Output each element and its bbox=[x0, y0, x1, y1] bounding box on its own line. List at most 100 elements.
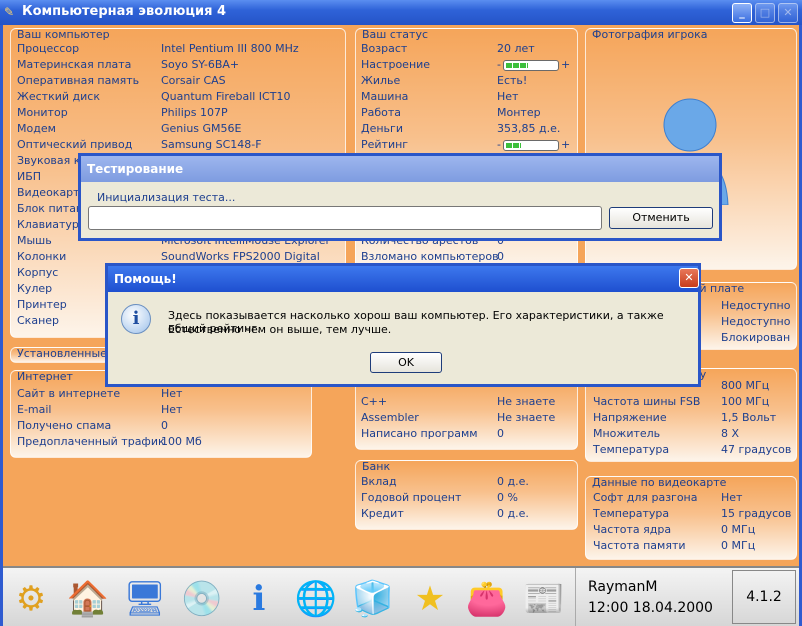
row-value: Soyo SY-6BA+ bbox=[161, 58, 240, 71]
row-label: Софт для разгона bbox=[593, 491, 698, 504]
computer-icon[interactable]: 🖥 bbox=[122, 576, 168, 622]
row-label: Частота памяти bbox=[593, 539, 686, 552]
internet-icon[interactable]: 🌐 bbox=[293, 576, 339, 622]
panel-title: Фотография игрока bbox=[592, 28, 708, 41]
row-value: 353,85 д.е. bbox=[497, 122, 561, 135]
row-label: Частота ядра bbox=[593, 523, 672, 536]
install-icon[interactable]: 💿 bbox=[179, 576, 225, 622]
row-value: Не знаете bbox=[497, 411, 556, 424]
row-value: 0 МГц bbox=[721, 539, 756, 552]
panel-title: Банк bbox=[362, 460, 391, 473]
row-value: 100 Мб bbox=[161, 435, 202, 448]
installed-panel: Установленные bbox=[10, 347, 110, 363]
row-value: 0 % bbox=[497, 491, 518, 504]
window-title: Компьютерная эволюция 4 bbox=[22, 4, 226, 19]
kde-start-icon[interactable]: ⚙ bbox=[8, 576, 54, 622]
panel-title: Ваш компьютер bbox=[17, 28, 110, 41]
row-label: Материнская плата bbox=[17, 58, 132, 71]
row-value: 100 МГц bbox=[721, 395, 770, 408]
row-value: 0 bbox=[161, 419, 168, 432]
wallet-icon[interactable]: 👛 bbox=[464, 576, 510, 622]
row-label: Процессор bbox=[17, 42, 80, 55]
title-bar: ✎ Компьютерная эволюция 4 _ □ ✕ bbox=[0, 0, 802, 25]
row-label: Предоплаченный трафик bbox=[17, 435, 165, 448]
row-label: Мышь bbox=[17, 234, 52, 247]
mood-meter: - + bbox=[497, 58, 570, 74]
help-text-line2: Естественно чем он выше, тем лучше. bbox=[168, 323, 392, 336]
maximize-button[interactable]: □ bbox=[755, 3, 775, 23]
level-fill bbox=[505, 62, 528, 68]
dialog-title: Тестирование bbox=[81, 156, 719, 182]
row-value: Нет bbox=[721, 491, 743, 504]
row-label: Сайт в интернете bbox=[17, 387, 121, 400]
row-value: Не знаете bbox=[497, 395, 556, 408]
row-value: Quantum Fireball ICT10 bbox=[161, 90, 291, 103]
row-value: Блокирован bbox=[721, 331, 791, 344]
panel-title: Ваш статус bbox=[362, 28, 429, 41]
row-label: Принтер bbox=[17, 298, 67, 311]
row-label: Машина bbox=[361, 90, 409, 103]
row-label: ИБП bbox=[17, 170, 42, 183]
row-value: Есть! bbox=[497, 74, 528, 87]
row-label: Написано программ bbox=[361, 427, 478, 440]
row-label: Рейтинг bbox=[361, 138, 409, 151]
testing-dialog: Тестирование Инициализация теста... Отме… bbox=[78, 153, 722, 241]
row-value: 15 градусов bbox=[721, 507, 792, 520]
row-value: Intel Pentium III 800 MHz bbox=[161, 42, 299, 55]
row-label: Температура bbox=[593, 443, 670, 456]
row-label: Напряжение bbox=[593, 411, 667, 424]
increase-button[interactable]: + bbox=[561, 58, 570, 71]
close-button[interactable]: ✕ bbox=[778, 3, 798, 23]
row-label: C++ bbox=[361, 395, 388, 408]
game-datetime: 12:00 18.04.2000 bbox=[588, 600, 713, 616]
row-label: Корпус bbox=[17, 266, 59, 279]
info-icon: i bbox=[121, 304, 151, 334]
row-label: Оперативная память bbox=[17, 74, 140, 87]
ok-button[interactable]: OK bbox=[370, 352, 442, 373]
panel-title: Установленные bbox=[17, 347, 107, 360]
info-icon[interactable]: ℹ bbox=[236, 576, 282, 622]
row-label: Оптический привод bbox=[17, 138, 133, 151]
row-label: Клавиатура bbox=[17, 218, 86, 231]
row-value: Нет bbox=[161, 387, 183, 400]
minimize-button[interactable]: _ bbox=[732, 3, 752, 23]
row-label: Assembler bbox=[361, 411, 419, 424]
row-label: Деньги bbox=[361, 122, 403, 135]
row-label: Жесткий диск bbox=[17, 90, 100, 103]
star-icon[interactable]: ★ bbox=[407, 576, 453, 622]
help-close-button[interactable]: ✕ bbox=[679, 268, 699, 288]
row-value: Монтер bbox=[497, 106, 541, 119]
panel-title: Интернет bbox=[17, 370, 73, 383]
level-bar bbox=[502, 59, 559, 71]
row-value: Нет bbox=[161, 403, 183, 416]
cancel-button[interactable]: Отменить bbox=[609, 207, 713, 229]
row-value: Genius GM56E bbox=[161, 122, 242, 135]
home-icon[interactable]: 🏠 bbox=[65, 576, 111, 622]
row-value: 0 д.е. bbox=[497, 475, 529, 488]
level-bar bbox=[502, 139, 559, 151]
row-label: Модем bbox=[17, 122, 56, 135]
row-label: Возраст bbox=[361, 42, 408, 55]
programs-icon[interactable]: 🧊 bbox=[350, 576, 396, 622]
row-value: 0 bbox=[497, 427, 504, 440]
decrease-button[interactable]: - bbox=[497, 138, 501, 151]
row-value: Нет bbox=[497, 90, 519, 103]
row-label: Колонки bbox=[17, 250, 67, 263]
row-label: Сканер bbox=[17, 314, 60, 327]
row-value: 20 лет bbox=[497, 42, 535, 55]
row-value: 0 МГц bbox=[721, 523, 756, 536]
taskbar: ⚙ 🏠 🖥 💿 ℹ 🌐 🧊 ★ 👛 📰 RaymanM 12:00 18.04.2000 4.1.… bbox=[3, 566, 799, 626]
row-label: Температура bbox=[593, 507, 670, 520]
row-label: Множитель bbox=[593, 427, 661, 440]
row-value: 800 МГц bbox=[721, 379, 770, 392]
row-value: Corsair CAS bbox=[161, 74, 226, 87]
decrease-button[interactable]: - bbox=[497, 58, 501, 71]
newspaper-icon[interactable]: 📰 bbox=[521, 576, 567, 622]
row-label: Годовой процент bbox=[361, 491, 462, 504]
increase-button[interactable]: + bbox=[561, 138, 570, 151]
row-value: Недоступно bbox=[721, 315, 791, 328]
row-value: Philips 107P bbox=[161, 106, 228, 119]
player-info: RaymanM 12:00 18.04.2000 bbox=[575, 568, 731, 626]
row-value: 8 X bbox=[721, 427, 740, 440]
row-label: Вклад bbox=[361, 475, 397, 488]
